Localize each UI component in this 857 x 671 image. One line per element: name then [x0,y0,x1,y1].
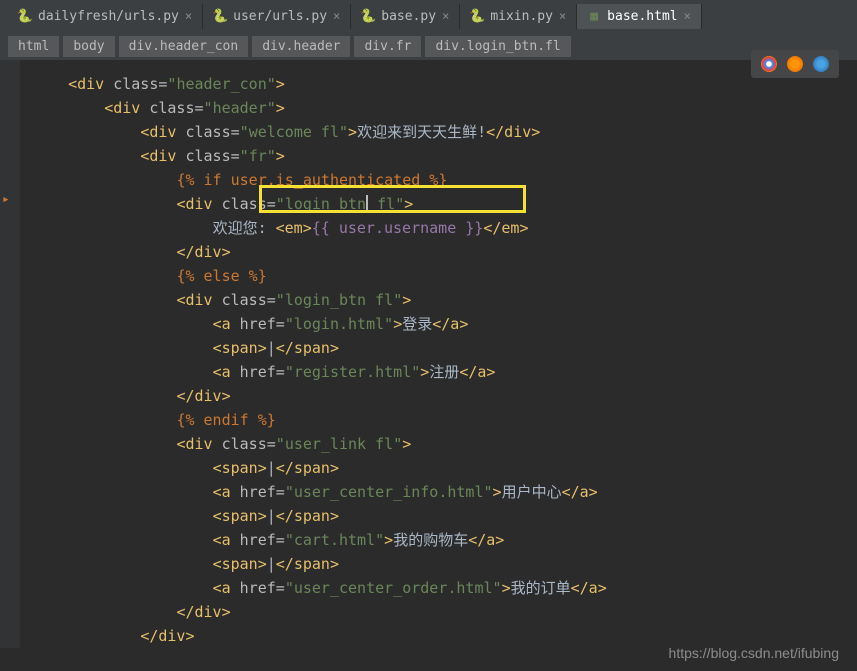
crumb-body[interactable]: body [63,36,114,57]
crumb-login-btn[interactable]: div.login_btn.fl [425,36,570,57]
close-icon[interactable]: × [333,9,340,23]
tab-label: user/urls.py [233,9,327,24]
code-line: </div> [20,240,857,264]
tab-label: mixin.py [490,9,553,24]
code-line: <span>|</span> [20,552,857,576]
crumb-fr[interactable]: div.fr [354,36,421,57]
code-line: <span>|</span> [20,336,857,360]
code-line: <div class="fr"> [20,144,857,168]
code-line: </div> [20,600,857,624]
tab-base-py[interactable]: 🐍 base.py × [351,4,460,29]
code-line: {% else %} [20,264,857,288]
code-line: <div class="login_btn fl"> [20,288,857,312]
python-icon: 🐍 [213,9,227,23]
python-icon: 🐍 [18,9,32,23]
close-icon[interactable]: × [185,9,192,23]
code-line: <a href="cart.html">我的购物车</a> [20,528,857,552]
close-icon[interactable]: × [442,9,449,23]
close-icon[interactable]: × [559,9,566,23]
code-line: <div class="user_link fl"> [20,432,857,456]
crumb-header[interactable]: div.header [252,36,350,57]
code-line: 欢迎您: <em>{{ user.username }}</em> [20,216,857,240]
watermark: https://blog.csdn.net/ifubing [669,645,839,661]
tab-dailyfresh-urls[interactable]: 🐍 dailyfresh/urls.py × [8,4,203,29]
close-icon[interactable]: × [684,9,691,23]
python-icon: 🐍 [361,9,375,23]
tab-label: base.py [381,9,436,24]
code-line: <a href="user_center_info.html">用户中心</a> [20,480,857,504]
code-line: <a href="user_center_order.html">我的订单</a… [20,576,857,600]
code-line: {% endif %} [20,408,857,432]
tab-mixin-py[interactable]: 🐍 mixin.py × [460,4,577,29]
html-icon: ▦ [587,9,601,23]
python-icon: 🐍 [470,9,484,23]
tab-base-html[interactable]: ▦ base.html × [577,4,702,29]
code-editor[interactable]: ▸ <div class="header_con"> <div class="h… [0,60,857,648]
code-line: <a href="register.html">注册</a> [20,360,857,384]
code-line: <div class="header"> [20,96,857,120]
gutter: ▸ [0,60,20,648]
tab-label: dailyfresh/urls.py [38,9,179,24]
editor-tabs: 🐍 dailyfresh/urls.py × 🐍 user/urls.py × … [0,0,857,32]
breakpoint-indicator[interactable]: ▸ [2,188,10,212]
tab-user-urls[interactable]: 🐍 user/urls.py × [203,4,351,29]
crumb-header-con[interactable]: div.header_con [119,36,249,57]
code-line: <span>|</span> [20,504,857,528]
breadcrumb-bar: html body div.header_con div.header div.… [0,32,857,60]
code-line: <span>|</span> [20,456,857,480]
crumb-html[interactable]: html [8,36,59,57]
code-line: <a href="login.html">登录</a> [20,312,857,336]
code-line: <div class="welcome fl">欢迎来到天天生鲜!</div> [20,120,857,144]
code-line: </div> [20,384,857,408]
code-line: <div class="header_con"> [20,72,857,96]
tab-label: base.html [607,9,677,24]
code-line: {% if user.is_authenticated %} [20,168,857,192]
code-line: <div class="login_btn fl"> [20,192,857,216]
